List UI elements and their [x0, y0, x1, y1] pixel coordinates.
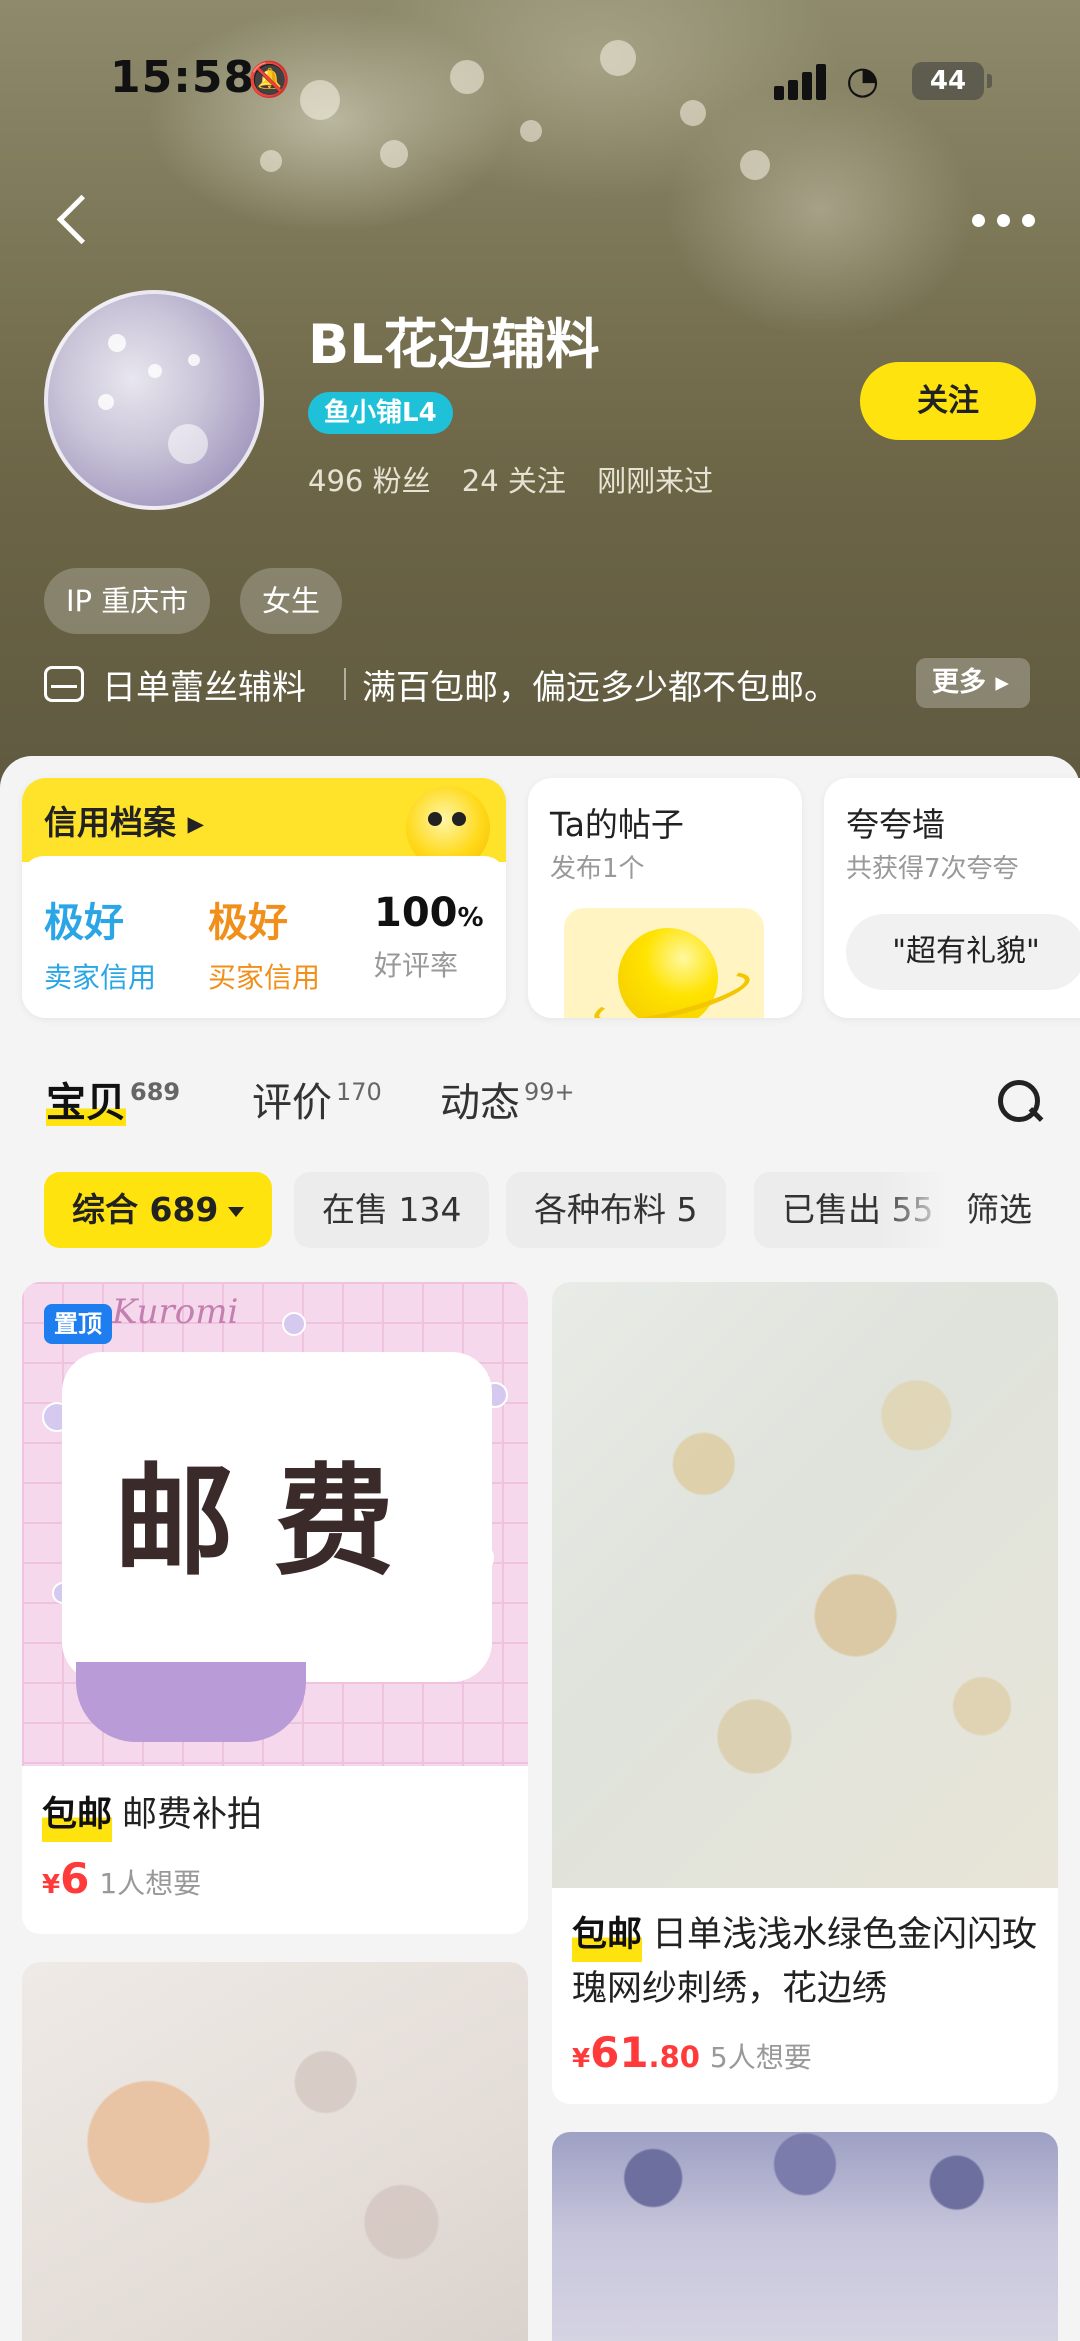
- product-title: 包邮 日单浅浅水绿色金闪闪玫瑰网纱刺绣，花边绣: [572, 1908, 1038, 2016]
- seller-credit: 极好 卖家信用: [44, 890, 156, 996]
- tab-items-label: 宝贝: [46, 1080, 126, 1126]
- cellular-signal-icon: [774, 64, 830, 100]
- praise-title: 夸夸墙: [846, 805, 945, 844]
- praise-subtitle: 共获得7次夸夸: [846, 854, 1019, 884]
- shop-avatar[interactable]: [44, 290, 264, 510]
- gender-tag: 女生: [240, 568, 343, 634]
- filter-chip-all[interactable]: 综合 689: [44, 1172, 273, 1248]
- shop-stats: 496 粉丝 24 关注 刚刚来过: [308, 458, 735, 500]
- shop-intro: 日单蕾丝辅料 满百包邮，偏远多少都不包邮。: [44, 656, 1044, 712]
- tab-items-count: 689: [130, 1078, 181, 1106]
- content-tabs: 宝贝 689 评价 170 动态 99+: [0, 1060, 1080, 1140]
- price-currency: ¥: [572, 2044, 591, 2074]
- filter-chip-all-label: 综合 689: [72, 1190, 219, 1229]
- tab-updates[interactable]: 动态 99+: [440, 1070, 575, 1128]
- credit-title: 信用档案 ▸: [44, 803, 205, 842]
- bell-muted-icon: 🔕: [248, 60, 291, 100]
- bathtub-illustration: [76, 1662, 306, 1742]
- triangle-right-icon: ▸: [995, 667, 1009, 698]
- tab-updates-count: 99+: [524, 1078, 575, 1106]
- product-image: [22, 1962, 528, 2341]
- product-image: [552, 2132, 1058, 2341]
- pinned-badge: 置顶: [44, 1304, 112, 1344]
- back-button[interactable]: [50, 190, 94, 250]
- ip-location-tag: IP 重庆市: [44, 568, 211, 634]
- buyer-credit: 极好 买家信用: [208, 890, 320, 996]
- tab-reviews[interactable]: 评价 170: [252, 1070, 382, 1128]
- last-visit: 刚刚来过: [597, 464, 714, 498]
- free-shipping-badge: 包邮: [572, 1908, 643, 1962]
- follow-button[interactable]: 关注: [860, 362, 1036, 440]
- tab-items[interactable]: 宝贝 689: [46, 1070, 180, 1128]
- buyer-credit-value: 极好: [208, 900, 288, 946]
- shop-name: BL花边辅料: [308, 313, 600, 376]
- tab-reviews-count: 170: [336, 1078, 382, 1106]
- praise-wall-card[interactable]: 夸夸墙 共获得7次夸夸 "超有礼貌": [824, 778, 1080, 1018]
- filter-chip-on-sale[interactable]: 在售 134: [294, 1172, 490, 1248]
- want-count: 5人想要: [709, 2041, 812, 2074]
- search-icon[interactable]: [998, 1080, 1044, 1126]
- intro-description: 满百包邮，偏远多少都不包邮。: [362, 668, 838, 708]
- praise-chip: "超有礼貌": [846, 914, 1080, 990]
- rate-value: 100: [374, 890, 458, 936]
- wifi-icon: ◔: [846, 58, 880, 102]
- more-intro-label: 更多: [932, 667, 986, 698]
- tab-updates-label: 动态: [440, 1080, 520, 1126]
- battery-icon: 44: [912, 62, 992, 100]
- filter-button[interactable]: 筛选: [950, 1172, 1080, 1248]
- price-integer: 61: [590, 2028, 649, 2077]
- seller-credit-value: 极好: [44, 900, 124, 946]
- want-count: 1人想要: [99, 1867, 202, 1900]
- product-price: ¥6 1人想要: [42, 1854, 201, 1903]
- product-price: ¥61.80 5人想要: [572, 2028, 812, 2077]
- product-image: Kuromi 邮费: [22, 1282, 528, 1766]
- product-card[interactable]: [22, 1962, 528, 2341]
- good-review-rate: 100% 好评率: [374, 890, 484, 984]
- seller-credit-label: 卖家信用: [44, 961, 157, 994]
- price-integer: 6: [60, 1854, 90, 1903]
- shop-icon: [44, 666, 84, 702]
- posts-title: Ta的帖子: [550, 805, 684, 844]
- shop-level-badge[interactable]: 鱼小铺L4: [308, 392, 453, 434]
- product-card[interactable]: [552, 2132, 1058, 2341]
- price-decimal: .80: [648, 2040, 700, 2074]
- fans-count[interactable]: 496 粉丝: [308, 464, 431, 498]
- more-intro-button[interactable]: 更多 ▸: [916, 658, 1030, 708]
- status-time: 15:58: [110, 52, 256, 103]
- filter-fade: [880, 1170, 950, 1250]
- credit-card[interactable]: 信用档案 ▸ 极好 卖家信用 极好 买家信用 100% 好评率: [22, 778, 506, 1018]
- kuromi-logo: Kuromi: [112, 1292, 239, 1332]
- product-title-text: 邮费补拍: [122, 1795, 263, 1835]
- bubble-decoration: [282, 1312, 306, 1336]
- tab-reviews-label: 评价: [252, 1080, 332, 1126]
- planet-illustration: [564, 908, 764, 1018]
- filter-chip-fabrics[interactable]: 各种布料 5: [506, 1172, 726, 1248]
- intro-divider: [344, 668, 346, 700]
- rate-label: 好评率: [374, 949, 459, 982]
- planet-icon: [618, 928, 718, 1018]
- buyer-credit-label: 买家信用: [208, 961, 321, 994]
- product-image: [552, 1282, 1058, 1888]
- posts-subtitle: 发布1个: [550, 854, 645, 884]
- more-options-icon[interactable]: [972, 210, 1036, 230]
- following-count[interactable]: 24 关注: [462, 464, 566, 498]
- intro-category: 日单蕾丝辅料: [102, 668, 306, 708]
- caret-down-icon: [228, 1207, 245, 1217]
- price-currency: ¥: [42, 1870, 61, 1900]
- product-card[interactable]: Kuromi 邮费 置顶 包邮 邮费补拍 ¥6 1人想要: [22, 1282, 528, 1934]
- status-bar: 15:58 🔕 ◔ 44: [0, 52, 1080, 112]
- free-shipping-badge: 包邮: [42, 1788, 113, 1842]
- image-text: 邮费: [114, 1453, 434, 1592]
- product-title: 包邮 邮费补拍: [42, 1788, 508, 1842]
- rate-unit: %: [457, 903, 484, 933]
- product-card[interactable]: 包邮 日单浅浅水绿色金闪闪玫瑰网纱刺绣，花边绣 ¥61.80 5人想要: [552, 1282, 1058, 2104]
- posts-card[interactable]: Ta的帖子 发布1个: [528, 778, 802, 1018]
